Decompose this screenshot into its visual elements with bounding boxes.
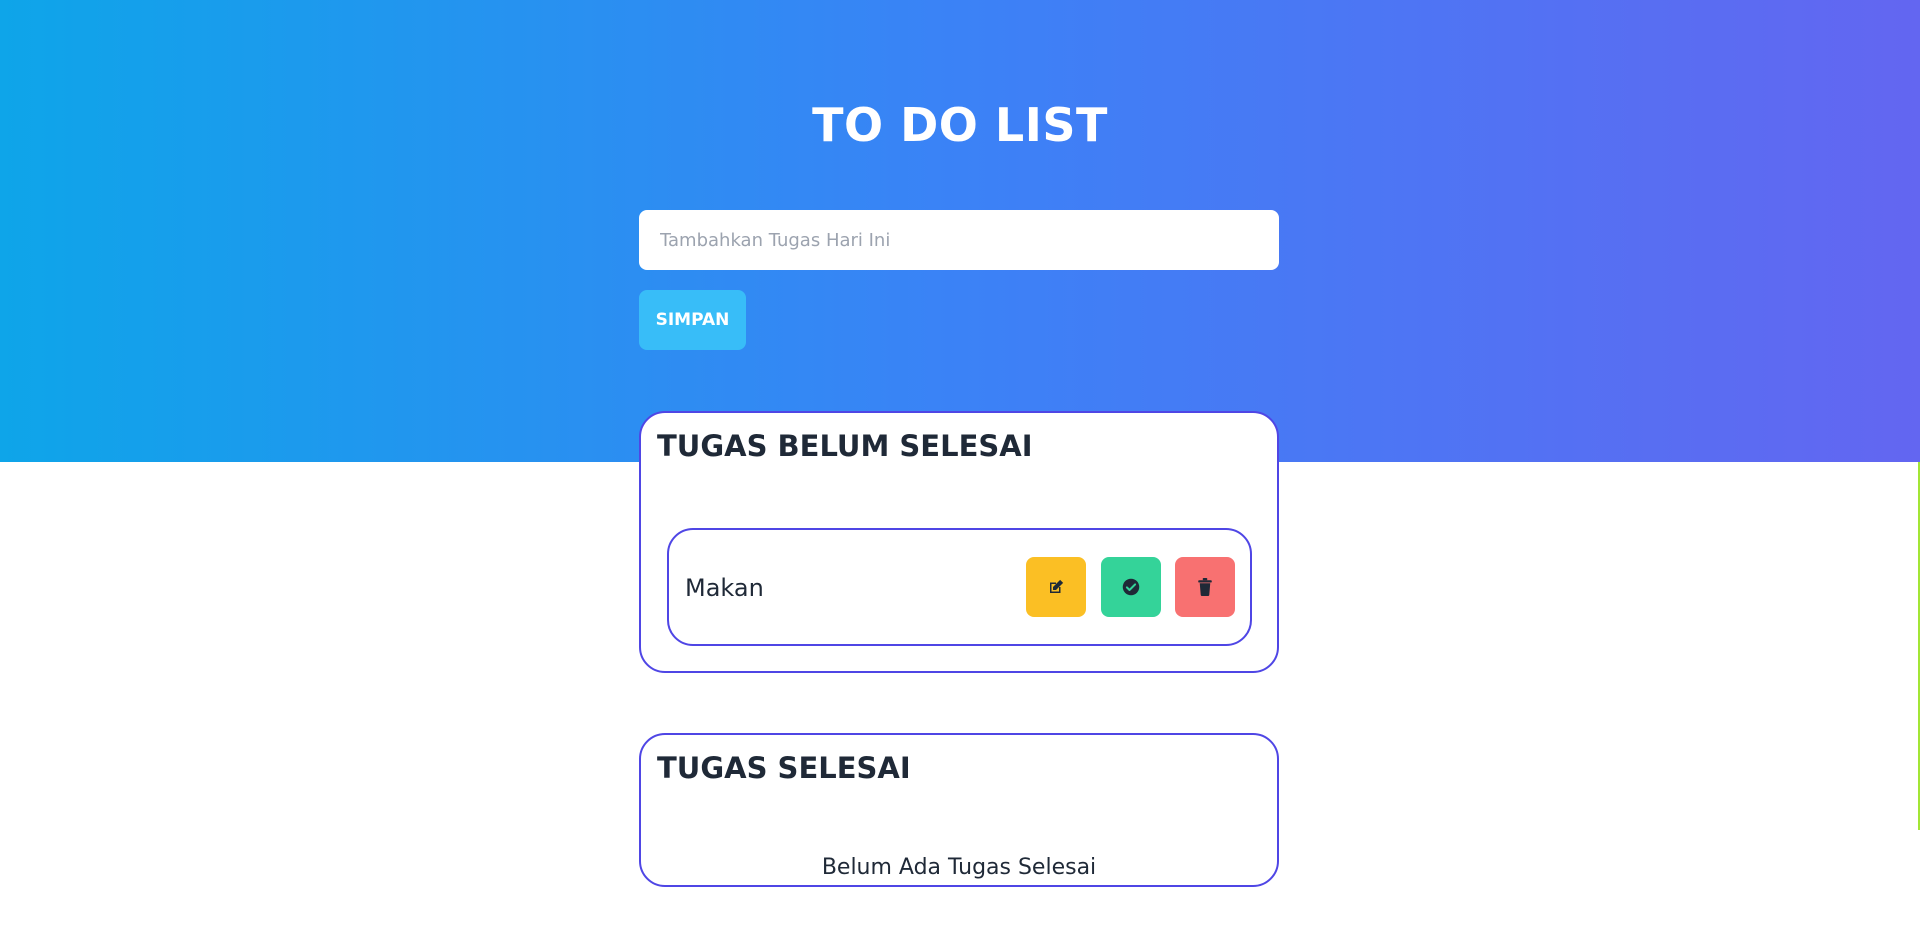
complete-button[interactable] (1101, 557, 1161, 617)
edit-icon (1050, 579, 1064, 593)
pending-tasks-card: TUGAS BELUM SELESAI Makan (639, 411, 1279, 673)
todo-item: Makan (667, 528, 1252, 646)
todo-item-label: Makan (685, 574, 764, 602)
check-circle-icon (1122, 578, 1140, 596)
trash-icon (1198, 578, 1212, 596)
delete-button[interactable] (1175, 557, 1235, 617)
edit-button[interactable] (1026, 557, 1086, 617)
page-title: TO DO LIST (812, 98, 1108, 152)
save-button[interactable]: SIMPAN (639, 290, 746, 350)
empty-state-text: Belum Ada Tugas Selesai (821, 855, 1097, 880)
done-tasks-card: TUGAS SELESAI Belum Ada Tugas Selesai (639, 733, 1279, 887)
pending-tasks-title: TUGAS BELUM SELESAI (657, 429, 1033, 463)
done-tasks-title: TUGAS SELESAI (657, 751, 911, 785)
task-input[interactable] (639, 210, 1279, 270)
